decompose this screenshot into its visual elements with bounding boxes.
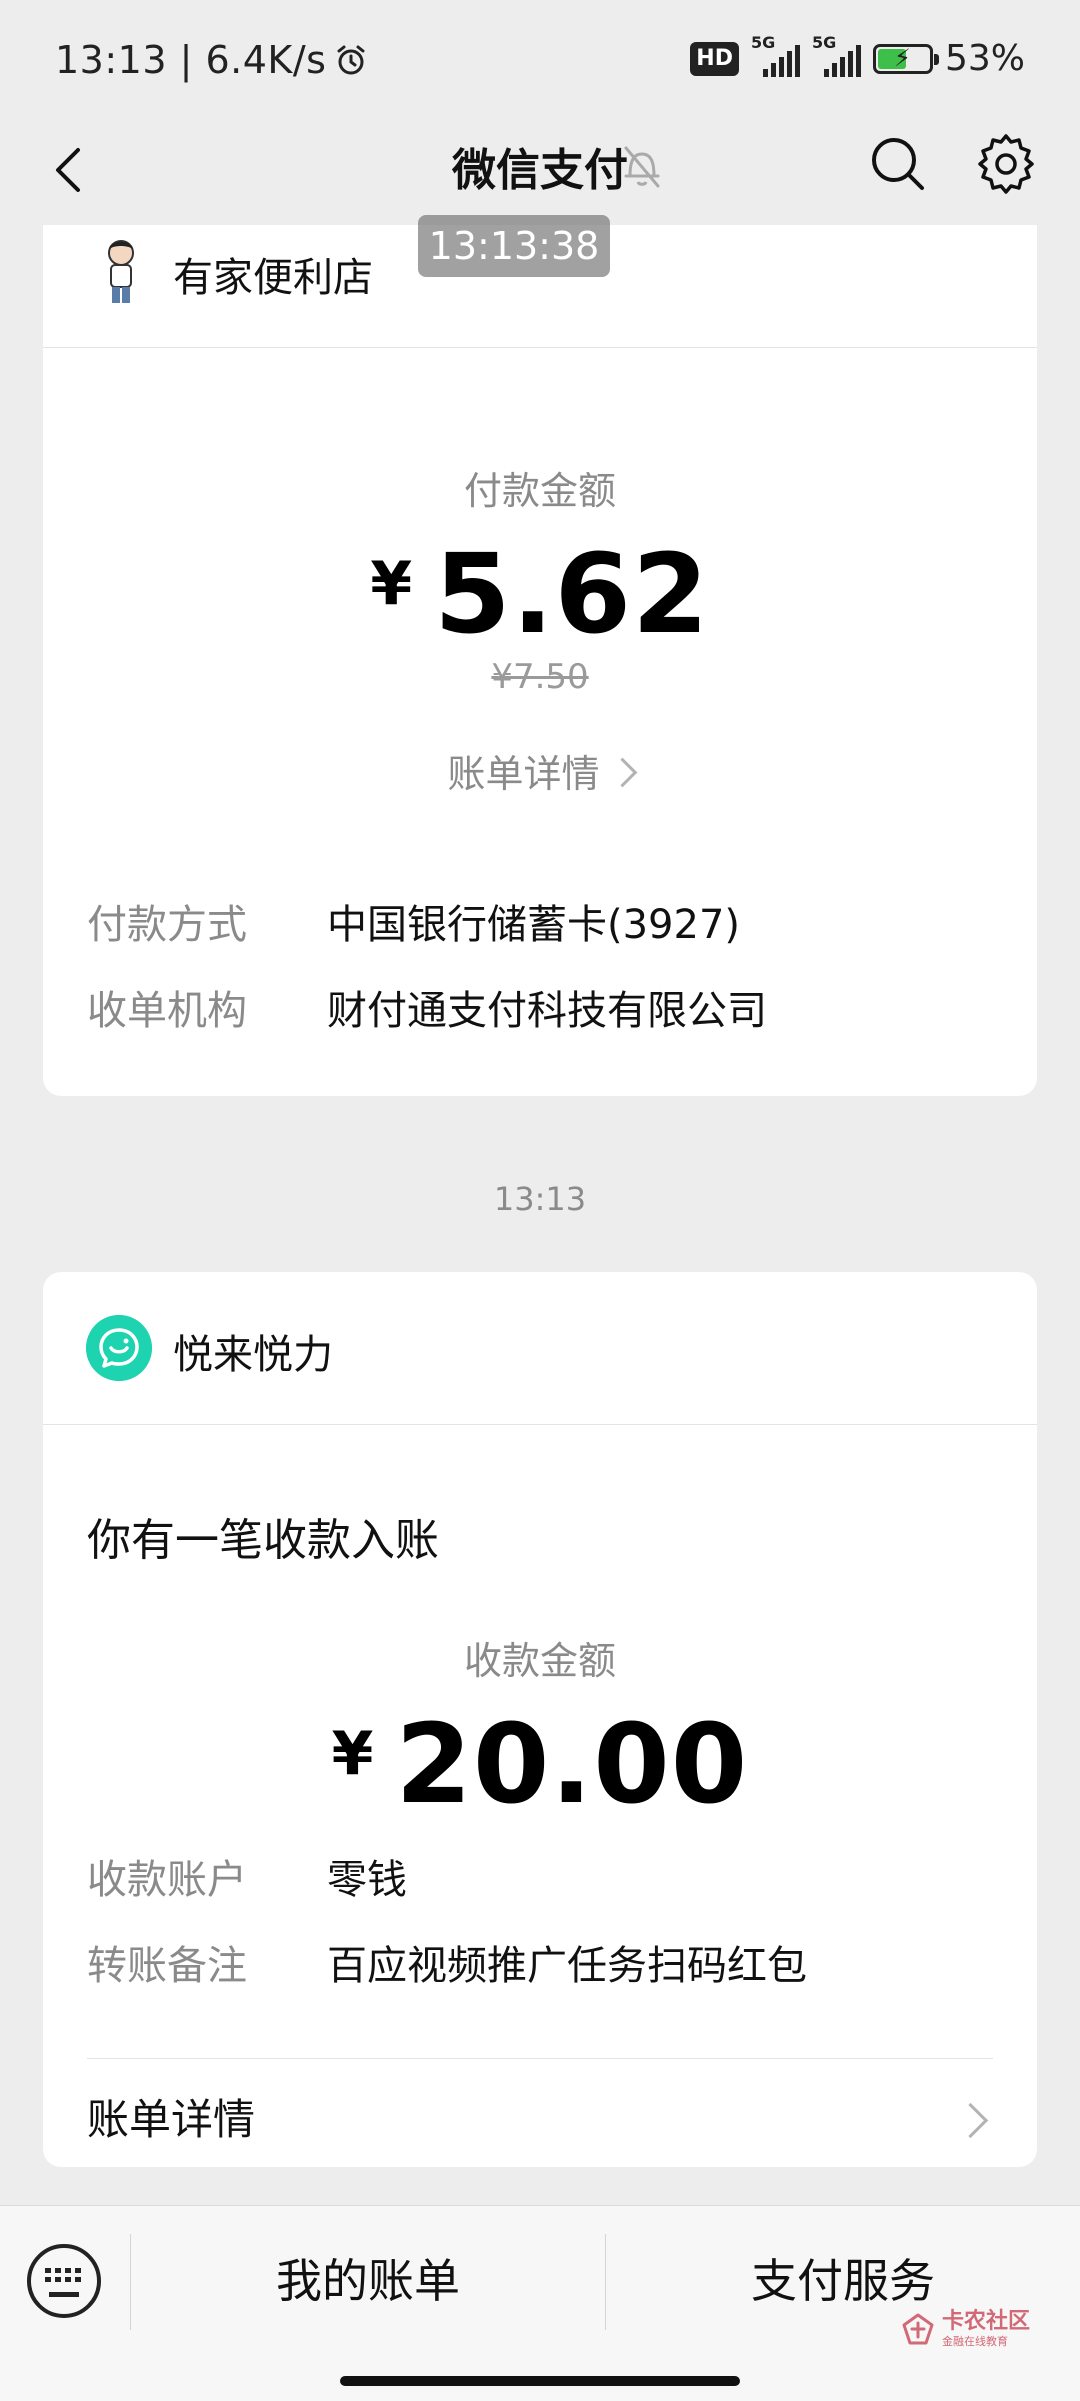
receipt-account-row: 收款账户 零钱	[87, 1847, 407, 1905]
receipt-bill-detail-label: 账单详情	[87, 2095, 256, 2144]
payment-method-value: 中国银行储蓄卡(3927)	[327, 902, 741, 948]
watermark-sub-text: 金融在线教育	[942, 2335, 1008, 2348]
bill-detail-link[interactable]: 账单详情	[43, 743, 1037, 798]
receipt-account-key: 收款账户	[87, 1857, 247, 1903]
transfer-note-key: 转账备注	[87, 1943, 247, 1989]
watermark-main-text: 卡农社区	[942, 2309, 1031, 2334]
receipt-card-header[interactable]: 悦来悦力	[43, 1272, 1037, 1425]
acquirer-row: 收单机构 财付通支付科技有限公司	[87, 978, 767, 1036]
hd-badge: HD	[690, 41, 739, 76]
divider	[87, 2058, 993, 2059]
receipt-amount-label: 收款金额	[463, 1639, 616, 1683]
status-left: 13:13 | 6.4K/s	[55, 38, 368, 82]
merchant-name: 有家便利店	[173, 255, 373, 301]
receipt-currency-symbol: ¥	[331, 1719, 374, 1789]
currency-symbol: ¥	[370, 549, 413, 619]
payment-amount-value: 5.62	[434, 530, 710, 658]
time-separator: 13:13	[493, 1180, 587, 1218]
keyboard-toggle-button[interactable]	[27, 2244, 101, 2318]
receipt-account-value: 零钱	[327, 1857, 407, 1903]
payment-amount: ¥5.62	[43, 530, 1037, 658]
acquirer-key: 收单机构	[87, 988, 247, 1034]
payment-method-key: 付款方式	[87, 902, 247, 948]
receipt-amount-value: 20.00	[395, 1700, 749, 1828]
battery-percent: 53%	[944, 38, 1025, 79]
receipt-merchant-name: 悦来悦力	[173, 1332, 333, 1378]
signal-1-tag: 5G	[750, 32, 776, 52]
bottom-bar: 我的账单 支付服务 卡农社区 金融在线教育	[0, 2205, 1080, 2401]
receipt-notice: 你有一笔收款入账	[87, 1515, 439, 1566]
signal-2-icon: 5G	[812, 33, 861, 77]
receipt-bill-detail-row[interactable]: 账单详情	[87, 2072, 993, 2162]
time-toast: 13:13:38	[418, 215, 610, 277]
original-price: ¥7.50	[491, 657, 589, 697]
home-indicator[interactable]	[340, 2376, 740, 2386]
alarm-icon	[337, 45, 365, 75]
payment-amount-label: 付款金额	[463, 469, 616, 513]
payment-method-row: 付款方式 中国银行储蓄卡(3927)	[87, 892, 740, 950]
mute-bell-icon	[624, 146, 660, 188]
merchant-avatar	[108, 240, 134, 303]
search-button[interactable]	[866, 132, 930, 196]
my-bills-button[interactable]: 我的账单	[131, 2206, 605, 2356]
status-bar: 13:13 | 6.4K/s HD 5G 5G ⚡ 53%	[0, 0, 1080, 120]
chevron-right-icon	[607, 757, 637, 788]
kanong-logo-icon	[902, 2313, 934, 2345]
nav-bar: 微信支付 13:13:38	[0, 120, 1080, 277]
keyboard-icon	[45, 2268, 83, 2282]
receipt-card: 悦来悦力 你有一笔收款入账 收款金额 ¥20.00 收款账户 零钱 转账备注 百应视…	[43, 1272, 1037, 2167]
chat-bubble-logo-icon	[86, 1315, 152, 1381]
receipt-amount: ¥20.00	[43, 1700, 1037, 1828]
status-right: HD 5G 5G ⚡ 53%	[690, 33, 1025, 79]
signal-1-icon: 5G	[751, 33, 800, 77]
keyboard-spacebar	[49, 2292, 79, 2297]
bill-detail-label: 账单详情	[447, 752, 600, 796]
watermark: 卡农社区 金融在线教育	[900, 2311, 1030, 2347]
transfer-note-value: 百应视频推广任务扫码红包	[327, 1943, 807, 1989]
chevron-right-icon	[952, 2102, 989, 2139]
transfer-note-row: 转账备注 百应视频推广任务扫码红包	[87, 1933, 807, 1991]
signal-2-tag: 5G	[811, 32, 837, 52]
status-time-speed: 13:13 | 6.4K/s	[55, 38, 327, 82]
payment-card: 有家便利店 付款金额 ¥5.62 ¥7.50 账单详情 付款方式 中国银行储蓄卡(…	[43, 225, 1037, 1096]
acquirer-value: 财付通支付科技有限公司	[327, 988, 767, 1034]
settings-button[interactable]	[972, 130, 1040, 198]
battery-icon: ⚡	[872, 43, 939, 74]
